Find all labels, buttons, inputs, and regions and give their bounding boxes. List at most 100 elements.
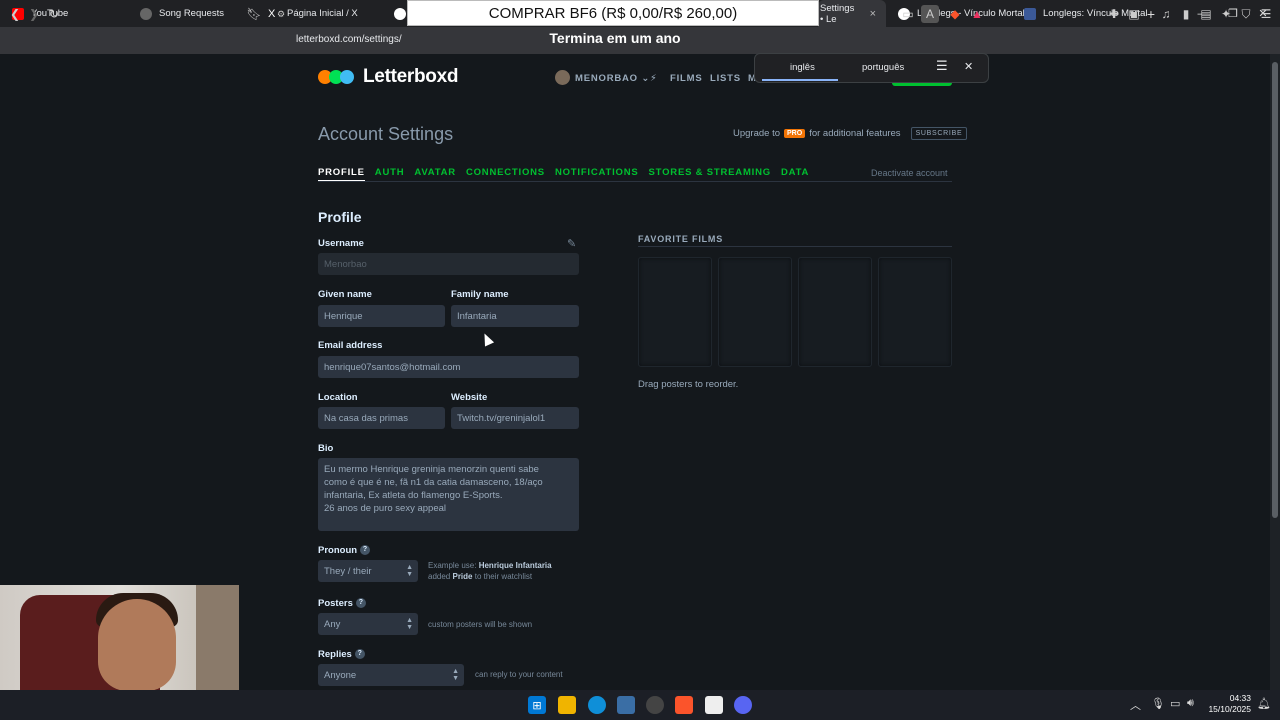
favorite-film-slot[interactable] xyxy=(878,257,952,367)
system-clock[interactable]: 04:33 15/10/2025 xyxy=(1205,693,1251,715)
pronoun-select[interactable]: They / their ▲ ▼ xyxy=(318,560,418,582)
help-icon[interactable]: ? xyxy=(355,598,366,609)
user-menu[interactable]: MENORBAO ⌄ xyxy=(575,73,650,84)
select-arrows-icon: ▲ ▼ xyxy=(452,668,459,682)
given-name-input[interactable]: Henrique xyxy=(318,305,445,327)
edge-icon[interactable] xyxy=(588,696,606,714)
favorite-films-divider xyxy=(638,246,952,247)
favorite-films-heading: FAVORITE FILMS xyxy=(638,234,724,244)
sidebar-icon[interactable]: ▮ xyxy=(1177,5,1195,23)
tab-data[interactable]: DATA xyxy=(781,167,809,181)
favorite-film-slot[interactable] xyxy=(718,257,792,367)
replies-select[interactable]: Anyone ▲ ▼ xyxy=(318,664,464,686)
tab-profile[interactable]: PROFILE xyxy=(318,167,365,181)
help-icon[interactable]: ? xyxy=(360,545,371,556)
chrome-icon xyxy=(394,7,406,20)
translate-icon[interactable]: A xyxy=(921,5,939,23)
favorite-film-slot[interactable] xyxy=(638,257,712,367)
store-icon[interactable] xyxy=(617,696,635,714)
network-icon[interactable]: ▭ xyxy=(1170,697,1180,710)
bio-textarea[interactable]: Eu mermo Henrique greninja menorzin quen… xyxy=(318,458,579,531)
upgrade-banner: Upgrade to PRO for additional features S… xyxy=(733,127,968,140)
menu-icon[interactable]: ☰ xyxy=(1257,5,1275,23)
tab-song-requests[interactable]: Song Requests xyxy=(130,0,234,27)
song-icon xyxy=(140,7,152,20)
replies-hint: can reply to your content xyxy=(475,670,563,679)
email-input[interactable]: henrique07santos@hotmail.com xyxy=(318,356,579,378)
windows-taskbar xyxy=(0,690,1280,720)
letterboxd-logo[interactable]: Letterboxd xyxy=(318,66,458,88)
extensions-icon[interactable]: ✚ xyxy=(1105,5,1123,23)
translate-active-indicator xyxy=(762,79,838,81)
forward-icon[interactable]: ❯ xyxy=(25,5,43,23)
activity-icon[interactable]: ⚡︎ xyxy=(650,73,657,84)
favorite-film-slot[interactable] xyxy=(798,257,872,367)
email-label: Email address xyxy=(318,340,383,351)
site-icon xyxy=(1024,7,1036,20)
file-explorer-icon[interactable] xyxy=(558,696,576,714)
volume-icon[interactable]: 🔊︎ xyxy=(1187,697,1194,710)
brave-rewards-icon[interactable]: ▲ xyxy=(968,5,986,23)
deactivate-account-link[interactable]: Deactivate account xyxy=(871,168,948,178)
address-bar[interactable]: letterboxd.com/settings/ xyxy=(296,34,402,45)
subscribe-button[interactable]: SUBSCRIBE xyxy=(910,127,968,140)
vpn-icon[interactable]: ⛉ xyxy=(1237,5,1255,23)
reload-icon[interactable]: ↻ xyxy=(45,5,63,23)
brave-taskbar-icon[interactable] xyxy=(675,696,693,714)
pronoun-label: Pronoun? xyxy=(318,545,371,556)
profile-heading: Profile xyxy=(318,209,362,225)
translate-target-lang[interactable]: português xyxy=(862,62,904,73)
music-icon[interactable]: ♫ xyxy=(1157,5,1175,23)
location-label: Location xyxy=(318,392,358,403)
posters-label: Posters? xyxy=(318,598,366,609)
notepad-icon[interactable] xyxy=(705,696,723,714)
posters-select[interactable]: Any ▲ ▼ xyxy=(318,613,418,635)
username-field: Menorbao xyxy=(318,253,579,275)
brave-shields-icon[interactable]: ◆ xyxy=(946,5,964,23)
bio-label: Bio xyxy=(318,443,334,454)
wallet-icon[interactable]: ▤ xyxy=(1197,5,1215,23)
cast-icon[interactable]: ▭ xyxy=(899,5,917,23)
location-input[interactable]: Na casa das primas xyxy=(318,407,445,429)
user-avatar[interactable] xyxy=(555,70,570,85)
family-name-label: Family name xyxy=(451,289,509,300)
settings-tabs: PROFILE AUTH AVATAR CONNECTIONS NOTIFICA… xyxy=(318,167,809,181)
discord-icon[interactable] xyxy=(734,696,752,714)
stream-promo-banner: COMPRAR BF6 (R$ 0,00/R$ 260,00) xyxy=(407,0,819,26)
translate-source-lang[interactable]: inglês xyxy=(790,62,815,73)
nav-films[interactable]: FILMS xyxy=(670,73,703,84)
screenshot-icon[interactable]: ▣ xyxy=(1125,5,1143,23)
notification-icon[interactable]: 🔔︎ xyxy=(1257,697,1271,710)
site-info-icon[interactable]: ⚙︎ xyxy=(272,5,290,23)
start-icon[interactable]: ⊞ xyxy=(528,696,546,714)
tab-stores-streaming[interactable]: STORES & STREAMING xyxy=(649,167,771,181)
given-name-label: Given name xyxy=(318,289,372,300)
family-name-input[interactable]: Infantaria xyxy=(451,305,579,327)
replies-label: Replies? xyxy=(318,649,365,660)
username-label: Username xyxy=(318,238,364,249)
nav-lists[interactable]: LISTS xyxy=(710,73,741,84)
scrollbar-thumb[interactable] xyxy=(1272,62,1278,518)
select-arrows-icon: ▲ ▼ xyxy=(406,617,413,631)
translate-close-icon[interactable]: ✕ xyxy=(964,60,973,73)
website-label: Website xyxy=(451,392,488,403)
help-icon[interactable]: ? xyxy=(354,649,365,660)
microphone-icon[interactable]: 🎙︎ xyxy=(1151,697,1165,710)
tab-avatar[interactable]: AVATAR xyxy=(414,167,456,181)
back-icon[interactable]: ❮ xyxy=(6,5,24,23)
select-arrows-icon: ▲ ▼ xyxy=(406,564,413,578)
website-input[interactable]: Twitch.tv/greninjalol1 xyxy=(451,407,579,429)
tab-settings-active[interactable]: Settings • Le × xyxy=(818,0,886,27)
tray-chevron-icon[interactable]: ︿ xyxy=(1130,697,1141,713)
bookmark-icon[interactable]: 🔖︎ xyxy=(245,5,263,23)
leo-icon[interactable]: ✦ xyxy=(1217,5,1235,23)
close-tab-icon[interactable]: × xyxy=(870,8,876,20)
chrome-taskbar-icon[interactable] xyxy=(646,696,664,714)
tab-connections[interactable]: CONNECTIONS xyxy=(466,167,545,181)
edit-pencil-icon[interactable]: ✎ xyxy=(567,237,576,250)
translate-menu-icon[interactable]: ☰ xyxy=(936,58,948,74)
tab-auth[interactable]: AUTH xyxy=(375,167,405,181)
tab-notifications[interactable]: NOTIFICATIONS xyxy=(555,167,639,181)
pro-badge[interactable]: PRO xyxy=(784,129,806,138)
stream-promo-subtitle: Termina em um ano xyxy=(549,30,681,46)
